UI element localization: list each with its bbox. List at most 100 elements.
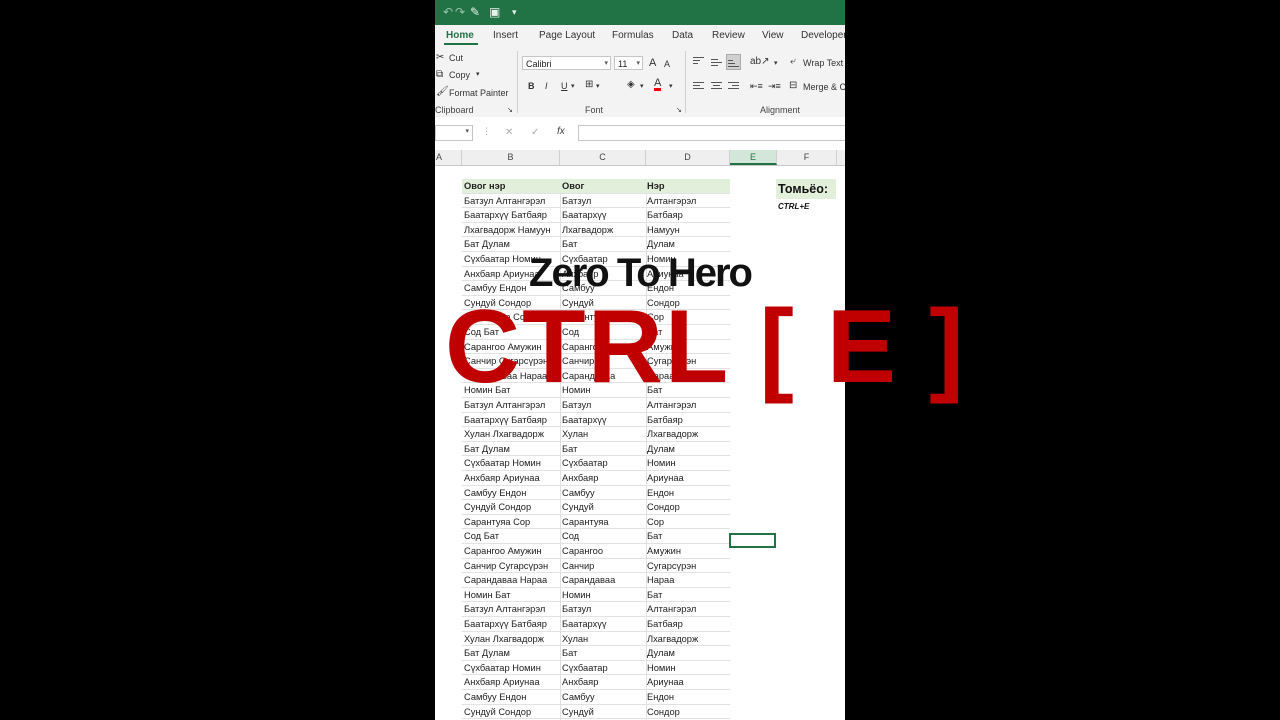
table-cell[interactable]: Бат: [562, 442, 644, 456]
table-cell[interactable]: Сондор: [647, 500, 729, 514]
table-cell[interactable]: Алтангэрэл: [647, 602, 729, 616]
worksheet-grid[interactable]: Овог нэр Овог Нэр Батзул Алтангэрэл Батзул Ал…: [435, 165, 845, 720]
table-cell[interactable]: Лхагвадорж Намуун: [464, 223, 558, 237]
table-cell[interactable]: Сүхбаатар Номин: [464, 661, 558, 675]
tab-page-layout[interactable]: Page Layout: [539, 30, 595, 41]
insert-function-button[interactable]: fx: [557, 126, 565, 137]
table-cell[interactable]: Хулан Лхагвадорж: [464, 632, 558, 646]
table-cell[interactable]: Дулам: [647, 646, 729, 660]
dialog-launcher-icon[interactable]: ↘: [507, 105, 513, 117]
table-cell[interactable]: Сарантуяа Сор: [464, 515, 558, 529]
table-cell[interactable]: Батзул Алтангэрэл: [464, 194, 558, 208]
table-cell[interactable]: Лхагвадорж: [647, 632, 729, 646]
table-cell[interactable]: Анхбаяр: [562, 471, 644, 485]
table-cell[interactable]: Сарандаваа Нараа: [464, 573, 558, 587]
table-cell[interactable]: Сундуй: [562, 705, 644, 719]
tab-review[interactable]: Review: [712, 30, 745, 41]
table-cell[interactable]: Алтангэрэл: [647, 194, 729, 208]
table-cell[interactable]: Нараа: [647, 573, 729, 587]
tab-formulas[interactable]: Formulas: [612, 30, 654, 41]
wrap-text-button[interactable]: Wrap Text: [803, 58, 843, 68]
active-cell[interactable]: [729, 533, 776, 548]
grow-font-button[interactable]: A: [649, 57, 656, 69]
table-cell[interactable]: Батзул: [562, 194, 644, 208]
column-header-b[interactable]: B: [462, 150, 560, 165]
table-cell[interactable]: Сундуй Сондор: [464, 705, 558, 719]
orientation-icon[interactable]: ab↗: [750, 56, 770, 68]
decrease-indent-icon[interactable]: ⇤≡: [750, 80, 763, 92]
customize-toolbar-button[interactable]: ▾: [512, 4, 517, 20]
table-cell[interactable]: Батбаяр: [647, 617, 729, 631]
table-cell[interactable]: Баатархүү Батбаяр: [464, 208, 558, 222]
table-cell[interactable]: Лхагвадорж: [647, 427, 729, 441]
align-right-icon[interactable]: [728, 82, 739, 91]
name-box[interactable]: ▾: [435, 125, 473, 141]
font-name-select[interactable]: Calibri ▾: [522, 56, 611, 70]
table-cell[interactable]: Баатархүү: [562, 413, 644, 427]
table-cell[interactable]: Сарангоо: [562, 544, 644, 558]
table-cell[interactable]: Анхбаяр: [562, 675, 644, 689]
chevron-down-icon[interactable]: ▾: [465, 127, 469, 135]
undo-icon[interactable]: ↶: [443, 4, 453, 20]
align-left-icon[interactable]: [693, 82, 704, 91]
align-top-icon[interactable]: [693, 57, 704, 66]
brush-icon[interactable]: ✎: [470, 4, 480, 20]
table-cell[interactable]: Сарантуяа: [562, 515, 644, 529]
table-cell[interactable]: Ендон: [647, 690, 729, 704]
table-cell[interactable]: Баатархүү Батбаяр: [464, 617, 558, 631]
chevron-down-icon[interactable]: ▾: [571, 81, 575, 93]
table-cell[interactable]: Батбаяр: [647, 208, 729, 222]
table-cell[interactable]: Батбаяр: [647, 413, 729, 427]
table-header-cell[interactable]: Овог: [562, 179, 644, 193]
table-header-cell[interactable]: Овог нэр: [464, 179, 558, 193]
table-cell[interactable]: Номин: [647, 456, 729, 470]
column-header-c[interactable]: C: [560, 150, 646, 165]
font-size-select[interactable]: 11 ▾: [614, 56, 643, 70]
chevron-down-icon[interactable]: ▾: [640, 81, 644, 93]
tab-developer[interactable]: Developer: [801, 30, 845, 41]
cut-button[interactable]: Cut: [449, 53, 463, 63]
table-cell[interactable]: Сүхбаатар: [562, 661, 644, 675]
table-cell[interactable]: Сундуй Сондор: [464, 500, 558, 514]
table-cell[interactable]: Амужин: [647, 544, 729, 558]
table-cell[interactable]: Анхбаяр Ариунаа: [464, 471, 558, 485]
save-icon[interactable]: ▣: [489, 4, 500, 20]
align-center-icon[interactable]: [711, 82, 722, 91]
column-header-a[interactable]: A: [435, 150, 462, 165]
table-cell[interactable]: Сугарсүрэн: [647, 559, 729, 573]
table-cell[interactable]: Санчир Сугарсүрэн: [464, 559, 558, 573]
table-cell[interactable]: Хулан: [562, 427, 644, 441]
chevron-down-icon[interactable]: ▾: [596, 81, 600, 93]
font-color-button[interactable]: A: [654, 78, 662, 91]
table-cell[interactable]: Сүхбаатар Номин: [464, 456, 558, 470]
table-cell[interactable]: Бат: [647, 588, 729, 602]
table-cell[interactable]: Номин Бат: [464, 588, 558, 602]
table-cell[interactable]: Бат Дулам: [464, 646, 558, 660]
enter-icon[interactable]: ✓: [531, 127, 539, 138]
table-cell[interactable]: Баатархүү Батбаяр: [464, 413, 558, 427]
align-bottom-button[interactable]: [726, 54, 741, 70]
table-cell[interactable]: Ариунаа: [647, 471, 729, 485]
table-cell[interactable]: Сүхбаатар: [562, 456, 644, 470]
table-cell[interactable]: Номин: [647, 661, 729, 675]
chevron-down-icon[interactable]: ▾: [476, 69, 480, 81]
border-icon[interactable]: ⊞: [585, 79, 593, 91]
table-cell[interactable]: Баатархүү: [562, 208, 644, 222]
chevron-down-icon[interactable]: ▾: [774, 58, 778, 70]
table-cell[interactable]: Хулан Лхагвадорж: [464, 427, 558, 441]
format-painter-button[interactable]: Format Painter: [449, 88, 509, 98]
tab-data[interactable]: Data: [672, 30, 693, 41]
table-cell[interactable]: Санчир: [562, 559, 644, 573]
table-cell[interactable]: Сарангоо Амужин: [464, 544, 558, 558]
table-cell[interactable]: Самбуу Ендон: [464, 690, 558, 704]
fill-color-icon[interactable]: ◈: [627, 79, 635, 91]
table-cell[interactable]: Самбуу: [562, 486, 644, 500]
underline-button[interactable]: U: [561, 80, 568, 92]
table-cell[interactable]: Намуун: [647, 223, 729, 237]
table-cell[interactable]: Батзул Алтангэрэл: [464, 602, 558, 616]
formula-input[interactable]: [578, 125, 845, 141]
dialog-launcher-icon[interactable]: ↘: [676, 105, 682, 117]
copy-button[interactable]: Copy: [449, 70, 470, 80]
increase-indent-icon[interactable]: ⇥≡: [768, 80, 781, 92]
shrink-font-button[interactable]: A: [664, 58, 670, 70]
